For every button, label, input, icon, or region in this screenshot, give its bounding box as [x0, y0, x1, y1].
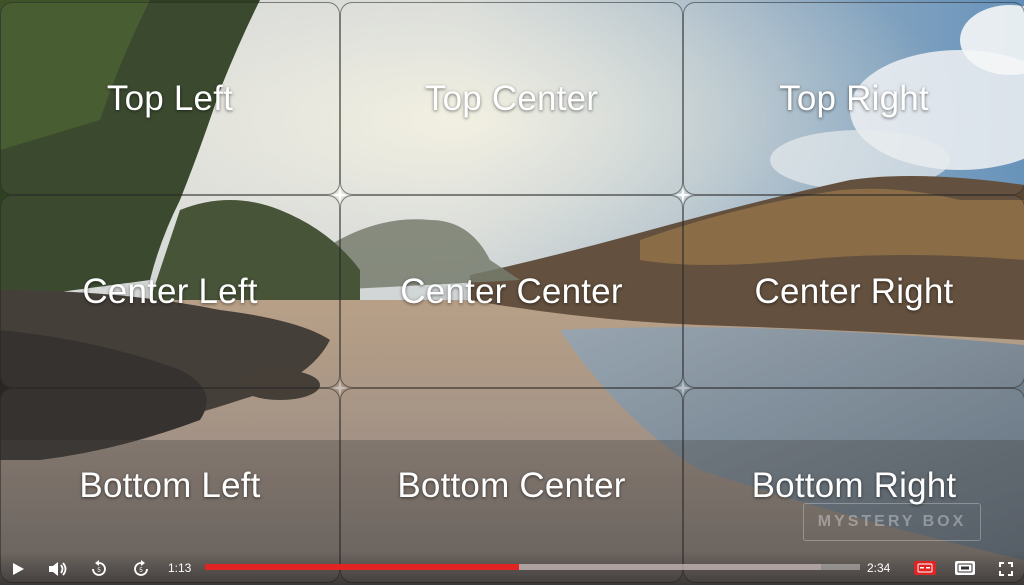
- duration: 2:34: [867, 561, 891, 575]
- grid-cell-center-center[interactable]: Center Center: [340, 195, 683, 388]
- progress-played: [205, 564, 520, 570]
- subtitles-button[interactable]: [914, 561, 936, 575]
- fullscreen-button[interactable]: [996, 558, 1016, 580]
- play-button[interactable]: [8, 558, 28, 580]
- svg-text:5: 5: [97, 568, 101, 574]
- fullscreen-icon: [999, 562, 1013, 576]
- grid-cell-top-left[interactable]: Top Left: [0, 2, 340, 195]
- position-grid: Top Left Top Center Top Right Center Lef…: [0, 2, 1024, 583]
- channel-watermark: MYSTERY BOX: [803, 503, 981, 541]
- subtitles-icon: [917, 563, 933, 573]
- rewind-button[interactable]: 5: [89, 558, 109, 580]
- forward-icon: 5: [134, 560, 148, 576]
- hd-icon: [957, 563, 973, 573]
- grid-cell-center-right[interactable]: Center Right: [683, 195, 1024, 388]
- current-time: 1:13: [168, 561, 192, 575]
- grid-cell-top-right[interactable]: Top Right: [683, 2, 1024, 195]
- grid-cell-label: Center Right: [754, 271, 954, 311]
- grid-cell-label: Bottom Left: [79, 465, 261, 505]
- grid-cell-label: Bottom Right: [751, 465, 957, 505]
- svg-text:5: 5: [139, 568, 143, 574]
- grid-cell-top-center[interactable]: Top Center: [340, 2, 683, 195]
- grid-cell-center-left[interactable]: Center Left: [0, 195, 340, 388]
- play-icon: [13, 563, 24, 575]
- grid-cell-label: Center Center: [400, 271, 623, 311]
- grid-junction-icon: [675, 380, 691, 396]
- grid-cell-label: Top Left: [106, 78, 234, 118]
- grid-cell-label: Bottom Center: [397, 465, 626, 505]
- grid-cell-label: Top Right: [779, 78, 929, 118]
- grid-cell-label: Top Center: [424, 78, 599, 118]
- quality-button[interactable]: [955, 561, 975, 575]
- grid-junction-icon: [332, 187, 348, 203]
- forward-button[interactable]: 5: [131, 558, 151, 580]
- video-player[interactable]: Top Left Top Center Top Right Center Lef…: [0, 0, 1024, 585]
- rewind-icon: 5: [92, 560, 106, 576]
- grid-junction-icon: [332, 380, 348, 396]
- volume-icon: [49, 562, 67, 576]
- grid-cell-label: Center Left: [82, 271, 258, 311]
- volume-button[interactable]: [46, 558, 70, 580]
- grid-junction-icon: [675, 187, 691, 203]
- progress-bar[interactable]: [205, 564, 860, 570]
